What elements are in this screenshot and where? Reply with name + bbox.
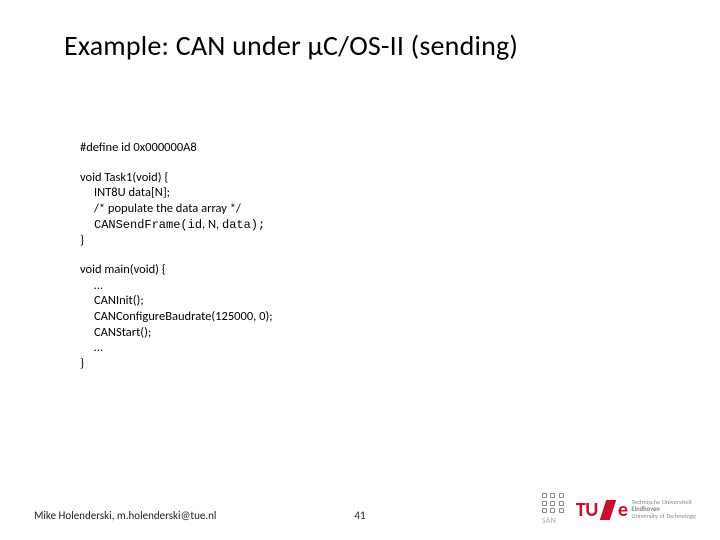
tue-text-line: University of Technology (631, 513, 696, 520)
code-line: #define id 0x000000A8 (80, 140, 273, 156)
code-line: /* populate the data array */ (80, 201, 273, 217)
code-line: … (80, 340, 273, 356)
tue-logo: TU e Technische Universiteit Eindhoven Un… (576, 498, 696, 522)
code-line: … (80, 278, 273, 294)
code-fragment: , N, (202, 217, 222, 232)
tue-logo-e: e (618, 498, 628, 522)
code-line: void main(void) { (80, 262, 273, 278)
code-line: CANConfigureBaudrate(125000, 0); (80, 309, 273, 325)
logo-group: SAN TU e Technische Universiteit Eindhove… (542, 493, 696, 526)
code-line: void Task1(void) { (80, 170, 273, 186)
slide-title: Example: CAN under μC/OS-II (sending) (64, 28, 690, 63)
code-line: INT8U data[N]; (80, 185, 273, 201)
tue-logo-text: Technische Universiteit Eindhoven Univer… (631, 499, 696, 519)
code-line: } (80, 233, 273, 249)
san-logo: SAN (542, 493, 566, 526)
code-block: #define id 0x000000A8 void Task1(void) {… (80, 140, 273, 386)
san-logo-text: SAN (542, 516, 566, 526)
tue-logo-mark: TU (576, 498, 598, 522)
code-fragment: data); (222, 218, 265, 232)
code-fragment: CANSendFrame(id (94, 218, 202, 232)
slide-footer: Mike Holenderski, m.holenderski@tue.nl 4… (0, 496, 720, 526)
code-line: CANInit(); (80, 293, 273, 309)
code-line: CANSendFrame(id, N, data); (80, 217, 273, 233)
code-line: CANStart(); (80, 325, 273, 341)
tue-logo-slash-icon (600, 500, 616, 520)
code-line: } (80, 356, 273, 372)
